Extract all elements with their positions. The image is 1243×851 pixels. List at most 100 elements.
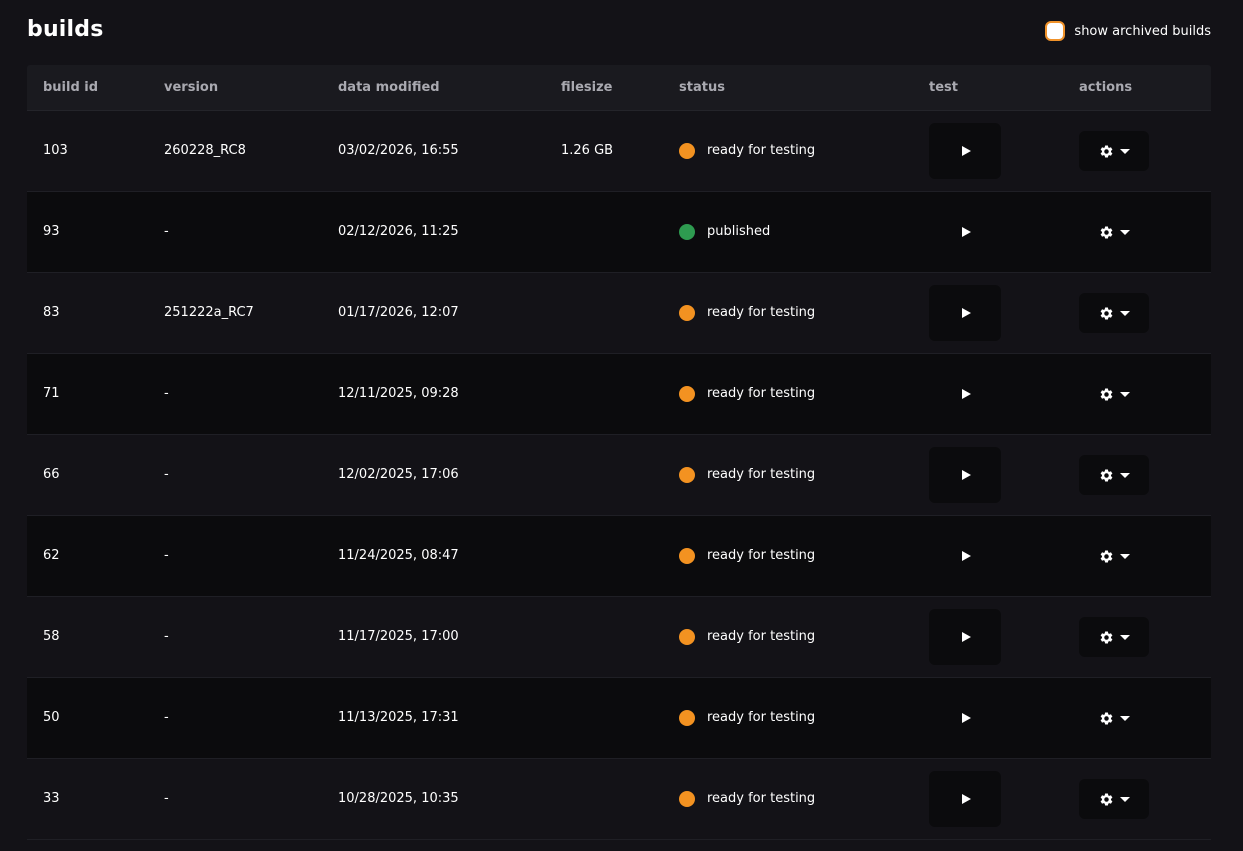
status-label: ready for testing: [707, 710, 816, 725]
actions-menu-button[interactable]: [1079, 698, 1149, 738]
status-dot-icon: [679, 467, 695, 483]
gear-icon: [1100, 631, 1112, 643]
table-row[interactable]: 50 - 11/13/2025, 17:31 ready for testing: [27, 678, 1211, 759]
status-dot-icon: [679, 386, 695, 402]
builds-table: build id version data modified filesize …: [27, 65, 1211, 840]
date-modified-cell: 11/17/2025, 17:00: [338, 629, 459, 644]
status-cell: ready for testing: [679, 354, 815, 434]
version-cell: -: [164, 224, 169, 239]
chevron-down-icon: [1119, 229, 1130, 235]
date-modified-cell: 03/02/2026, 16:55: [338, 143, 459, 158]
test-play-button[interactable]: [929, 123, 1001, 179]
chevron-down-icon: [1119, 472, 1130, 478]
status-cell: published: [679, 192, 770, 272]
status-cell: ready for testing: [679, 435, 815, 515]
gear-icon: [1100, 388, 1112, 400]
filesize-cell: 1.26 GB: [561, 143, 614, 158]
status-label: ready for testing: [707, 467, 816, 482]
status-label: ready for testing: [707, 305, 816, 320]
test-play-button[interactable]: [929, 285, 1001, 341]
table-row[interactable]: 62 - 11/24/2025, 08:47 ready for testing: [27, 516, 1211, 597]
chevron-down-icon: [1119, 391, 1130, 397]
test-play-button[interactable]: [929, 528, 1001, 584]
status-cell: ready for testing: [679, 111, 815, 191]
build-id-cell: 50: [43, 710, 60, 725]
chevron-down-icon: [1119, 796, 1130, 802]
play-icon: [961, 470, 971, 480]
chevron-down-icon: [1119, 715, 1130, 721]
actions-menu-button[interactable]: [1079, 617, 1149, 657]
gear-icon: [1100, 793, 1112, 805]
build-id-cell: 58: [43, 629, 60, 644]
version-cell: -: [164, 467, 169, 482]
date-modified-cell: 10/28/2025, 10:35: [338, 791, 459, 806]
build-id-cell: 103: [43, 143, 68, 158]
status-cell: ready for testing: [679, 597, 815, 677]
version-cell: 260228_RC8: [164, 143, 246, 158]
actions-menu-button[interactable]: [1079, 779, 1149, 819]
status-dot-icon: [679, 710, 695, 726]
gear-icon: [1100, 145, 1112, 157]
test-play-button[interactable]: [929, 447, 1001, 503]
build-id-cell: 71: [43, 386, 60, 401]
gear-icon: [1100, 307, 1112, 319]
build-id-cell: 66: [43, 467, 60, 482]
build-id-cell: 83: [43, 305, 60, 320]
column-header-status[interactable]: status: [679, 65, 725, 110]
table-row[interactable]: 83 251222a_RC7 01/17/2026, 12:07 ready f…: [27, 273, 1211, 354]
status-label: ready for testing: [707, 143, 816, 158]
show-archived-checkbox[interactable]: [1045, 21, 1066, 41]
status-label: ready for testing: [707, 791, 816, 806]
chevron-down-icon: [1119, 310, 1130, 316]
date-modified-cell: 12/11/2025, 09:28: [338, 386, 459, 401]
play-icon: [961, 713, 971, 723]
date-modified-cell: 11/13/2025, 17:31: [338, 710, 459, 725]
status-dot-icon: [679, 224, 695, 240]
table-row[interactable]: 33 - 10/28/2025, 10:35 ready for testing: [27, 759, 1211, 840]
test-play-button[interactable]: [929, 204, 1001, 260]
play-icon: [961, 146, 971, 156]
gear-icon: [1100, 550, 1112, 562]
version-cell: -: [164, 629, 169, 644]
test-play-button[interactable]: [929, 366, 1001, 422]
table-body: 103 260228_RC8 03/02/2026, 16:55 1.26 GB…: [27, 111, 1211, 840]
actions-menu-button[interactable]: [1079, 131, 1149, 171]
status-cell: ready for testing: [679, 273, 815, 353]
builds-page: builds show archived builds build id ver…: [0, 0, 1243, 851]
table-row[interactable]: 71 - 12/11/2025, 09:28 ready for testing: [27, 354, 1211, 435]
chevron-down-icon: [1119, 634, 1130, 640]
date-modified-cell: 01/17/2026, 12:07: [338, 305, 459, 320]
status-cell: ready for testing: [679, 516, 815, 596]
status-dot-icon: [679, 548, 695, 564]
table-row[interactable]: 93 - 02/12/2026, 11:25 published: [27, 192, 1211, 273]
version-cell: 251222a_RC7: [164, 305, 254, 320]
column-header-filesize[interactable]: filesize: [561, 65, 613, 110]
status-cell: ready for testing: [679, 678, 815, 758]
actions-menu-button[interactable]: [1079, 455, 1149, 495]
status-label: ready for testing: [707, 548, 816, 563]
column-header-version[interactable]: version: [164, 65, 218, 110]
actions-menu-button[interactable]: [1079, 536, 1149, 576]
table-row[interactable]: 66 - 12/02/2025, 17:06 ready for testing: [27, 435, 1211, 516]
table-row[interactable]: 103 260228_RC8 03/02/2026, 16:55 1.26 GB…: [27, 111, 1211, 192]
column-header-build-id[interactable]: build id: [43, 65, 98, 110]
show-archived-toggle[interactable]: show archived builds: [1045, 21, 1211, 41]
column-header-actions: actions: [1079, 80, 1133, 95]
actions-menu-button[interactable]: [1079, 374, 1149, 414]
test-play-button[interactable]: [929, 771, 1001, 827]
table-row[interactable]: 58 - 11/17/2025, 17:00 ready for testing: [27, 597, 1211, 678]
actions-menu-button[interactable]: [1079, 212, 1149, 252]
test-play-button[interactable]: [929, 690, 1001, 746]
status-label: ready for testing: [707, 629, 816, 644]
column-header-date[interactable]: data modified: [338, 65, 440, 110]
play-icon: [961, 551, 971, 561]
date-modified-cell: 02/12/2026, 11:25: [338, 224, 459, 239]
build-id-cell: 33: [43, 791, 60, 806]
status-dot-icon: [679, 629, 695, 645]
build-id-cell: 93: [43, 224, 60, 239]
date-modified-cell: 12/02/2025, 17:06: [338, 467, 459, 482]
actions-menu-button[interactable]: [1079, 293, 1149, 333]
test-play-button[interactable]: [929, 609, 1001, 665]
play-icon: [961, 227, 971, 237]
chevron-down-icon: [1119, 148, 1130, 154]
